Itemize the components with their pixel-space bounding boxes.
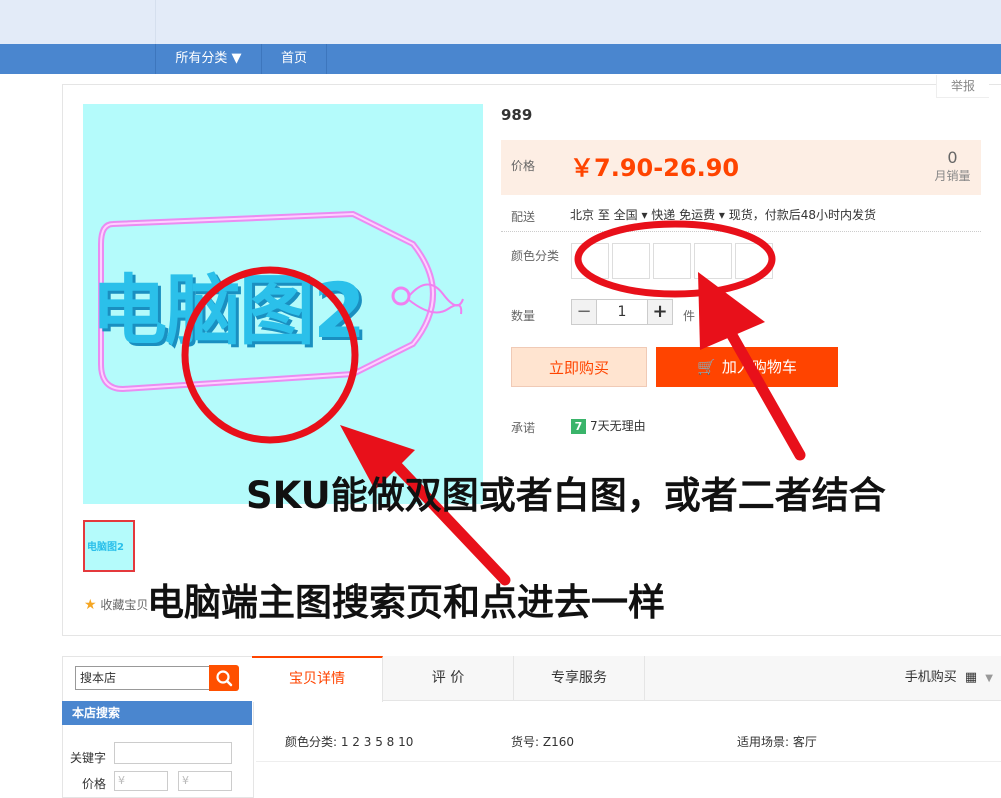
store-search-title: 本店搜索 bbox=[62, 701, 252, 725]
store-search-input[interactable]: 搜本店 bbox=[75, 666, 210, 690]
detail-tabs: 宝贝详情 评 价 专享服务 手机购买 ▦ ▼ bbox=[252, 656, 1001, 702]
attr-color: 颜色分类: 1 2 3 5 8 10 bbox=[285, 735, 414, 749]
attr-divider bbox=[256, 761, 1001, 762]
price-min-input[interactable]: ¥ bbox=[114, 771, 168, 791]
keyword-label: 关键字 bbox=[70, 751, 107, 765]
search-icon bbox=[216, 670, 233, 687]
store-search-button[interactable] bbox=[209, 665, 239, 691]
mobile-buy-label: 手机购买 bbox=[904, 670, 957, 685]
keyword-input[interactable] bbox=[114, 742, 232, 764]
qr-code-icon: ▦ bbox=[964, 670, 978, 685]
annotation-sku-note: SKU能做双图或者白图，或者二者结合 bbox=[246, 474, 886, 517]
attr-sku-no: 货号: Z160 bbox=[511, 735, 574, 749]
price-filter-label: 价格 bbox=[82, 777, 107, 791]
annotation-arrow-sku bbox=[698, 272, 806, 461]
tab-services[interactable]: 专享服务 bbox=[514, 656, 645, 700]
chevron-down-icon: ▼ bbox=[985, 673, 993, 684]
annotation-circle-sku bbox=[574, 220, 776, 298]
annotation-circle-image bbox=[181, 266, 359, 444]
tab-reviews[interactable]: 评 价 bbox=[383, 656, 514, 700]
annotation-main-note: 电脑端主图搜索页和点进去一样 bbox=[147, 581, 665, 624]
attr-scene: 适用场景: 客厅 bbox=[737, 735, 817, 749]
mobile-buy[interactable]: 手机购买 ▦ ▼ bbox=[905, 656, 993, 700]
tab-details[interactable]: 宝贝详情 bbox=[252, 656, 383, 702]
price-max-input[interactable]: ¥ bbox=[178, 771, 232, 791]
